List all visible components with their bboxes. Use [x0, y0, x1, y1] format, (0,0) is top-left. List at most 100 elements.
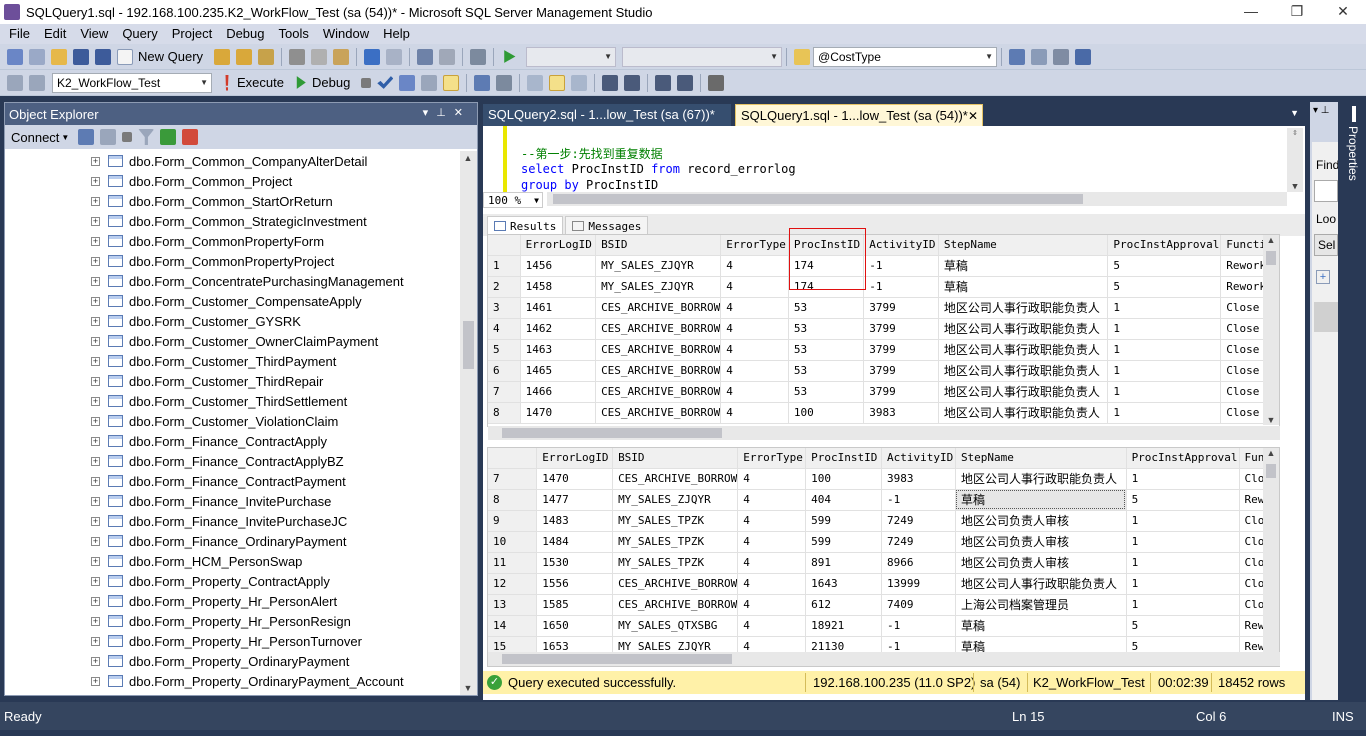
tree-scrollbar[interactable]: ▲ ▼ [460, 151, 477, 695]
save-all-icon[interactable] [95, 48, 111, 65]
grid-cell[interactable]: 53 [788, 381, 865, 403]
grid-cell[interactable]: CES_ARCHIVE_BORROW [595, 318, 722, 340]
grid-cell[interactable]: MY_SALES_TPZK [612, 510, 739, 532]
column-header[interactable]: ActivityID [881, 448, 956, 469]
tree-item[interactable]: + dbo.Form_Finance_ContractPayment [5, 471, 460, 491]
table-row[interactable]: 12 1556 CES_ARCHIVE_BORROW 4 1643 13999 地区公司人事… [488, 573, 1279, 595]
tree-item[interactable]: + dbo.Form_Finance_ContractApplyBZ [5, 451, 460, 471]
grid-cell[interactable]: 3983 [881, 468, 956, 490]
scroll-up-icon[interactable]: ▲ [460, 153, 476, 163]
filter-icon[interactable] [138, 129, 155, 145]
tab-sqlquery2[interactable]: SQLQuery2.sql - 1...low_Test (sa (67))* [483, 104, 731, 126]
results-grid-1[interactable]: ErrorLogID BSID ErrorType ProcInstID Activit… [487, 234, 1280, 427]
menu-window[interactable]: Window [316, 24, 376, 44]
oe-stop-icon[interactable] [122, 132, 133, 142]
tab-results[interactable]: Results [487, 216, 564, 236]
grid-cell[interactable]: 4 [720, 318, 789, 340]
grid-cell[interactable]: 174 [788, 255, 865, 277]
client-stats-icon[interactable] [496, 74, 513, 91]
expand-plus-icon[interactable]: + [91, 336, 100, 346]
panel-scroll-thumb[interactable] [1314, 302, 1338, 332]
grid1-hscrollbar[interactable] [488, 426, 1280, 440]
grid-cell[interactable]: 7409 [881, 594, 956, 616]
expand-plus-icon[interactable]: + [91, 416, 100, 426]
grid-cell[interactable]: 599 [805, 510, 883, 532]
grid-cell[interactable]: 1 [1107, 318, 1222, 340]
grid-cell[interactable]: 1 [1126, 594, 1240, 616]
tree-item[interactable]: + dbo.Form_Property_ContractApply [5, 571, 460, 591]
tree-item[interactable]: + dbo.Form_Customer_ThirdPayment [5, 351, 460, 371]
table-row[interactable]: 14 1650 MY_SALES_QTXSBG 4 18921 -1 草稿 5 Rew [488, 615, 1279, 637]
new-query-icon[interactable] [117, 48, 133, 65]
tree-item[interactable]: + dbo.Form_CommonPropertyForm [5, 231, 460, 251]
query-designer-icon[interactable] [421, 74, 438, 91]
grid-cell[interactable]: 上海公司档案管理员 [955, 594, 1127, 616]
grid-cell[interactable]: 3799 [863, 339, 939, 361]
menu-query[interactable]: Query [115, 24, 164, 44]
grid-cell[interactable]: 4 [737, 489, 807, 511]
oe-report-icon[interactable] [182, 129, 199, 145]
grid-cell[interactable]: 1585 [536, 594, 614, 616]
editor-hscrollbar[interactable] [547, 192, 1287, 206]
grid-cell[interactable]: 100 [788, 402, 865, 424]
activity-monitor-icon[interactable] [470, 48, 487, 65]
grid2-hscrollbar[interactable] [488, 652, 1280, 666]
tree-item[interactable]: + dbo.Form_Common_StrategicInvestment [5, 211, 460, 231]
menu-view[interactable]: View [73, 24, 115, 44]
grid-cell[interactable]: -1 [881, 615, 956, 637]
grid-cell[interactable]: 5 [1107, 276, 1222, 298]
table-row[interactable]: 3 1461 CES_ARCHIVE_BORROW 4 53 3799 地区公司人事行政职能… [488, 297, 1279, 319]
results-text-icon[interactable] [527, 74, 544, 91]
menu-debug[interactable]: Debug [219, 24, 271, 44]
grid-cell[interactable]: 3983 [863, 402, 939, 424]
split-icon[interactable]: ⇳ [1287, 128, 1303, 138]
close-button[interactable]: ✕ [1320, 0, 1366, 24]
connect-dropdown[interactable]: Connect [11, 130, 59, 145]
grid-cell[interactable]: 1 [1126, 573, 1240, 595]
start-debug-icon[interactable] [504, 50, 516, 63]
grid-cell[interactable]: MY_SALES_QTXSBG [612, 615, 739, 637]
grid-cell[interactable]: 612 [805, 594, 883, 616]
table-row[interactable]: 5 1463 CES_ARCHIVE_BORROW 4 53 3799 地区公司人事行政职能… [488, 339, 1279, 361]
navigate-forward-icon[interactable] [439, 48, 456, 65]
grid-cell[interactable]: 4 [737, 468, 807, 490]
editor-scrollbar[interactable]: ⇳ ▼ [1287, 128, 1303, 192]
grid-cell[interactable]: CES_ARCHIVE_BORROW [595, 339, 722, 361]
grid2-vscrollbar[interactable]: ▲ ▼ [1263, 448, 1279, 666]
grid-cell[interactable]: 1463 [520, 339, 597, 361]
paste-icon[interactable] [333, 48, 350, 65]
grid-cell[interactable]: 1643 [805, 573, 883, 595]
copy-icon[interactable] [311, 48, 328, 65]
expand-plus-icon[interactable]: + [91, 516, 100, 526]
grid-cell[interactable]: 1 [1107, 339, 1222, 361]
grid-cell[interactable]: 1483 [536, 510, 614, 532]
grid-cell[interactable]: 1461 [520, 297, 597, 319]
grid-cell[interactable]: MY_SALES_ZJQYR [595, 255, 722, 277]
tree-item[interactable]: + dbo.Form_Customer_ThirdSettlement [5, 391, 460, 411]
row-number[interactable]: 9 [488, 510, 538, 532]
query-xmla-icon[interactable] [258, 48, 275, 65]
column-header[interactable]: BSID [595, 235, 722, 256]
grid-cell[interactable]: 4 [720, 360, 789, 382]
column-header[interactable]: ErrorLogID [536, 448, 614, 469]
row-number[interactable]: 3 [488, 297, 521, 319]
row-number[interactable]: 14 [488, 615, 538, 637]
grid-cell[interactable]: 地区公司人事行政职能负责人 [938, 360, 1109, 382]
expand-plus-icon[interactable]: + [91, 536, 100, 546]
minimize-button[interactable]: — [1228, 0, 1274, 24]
decrease-indent-icon[interactable] [655, 74, 672, 91]
grid-cell[interactable]: -1 [863, 276, 939, 298]
column-header[interactable]: ProcInstID [788, 235, 865, 256]
grid-cell[interactable]: CES_ARCHIVE_BORROW [612, 573, 739, 595]
expand-plus-icon[interactable]: + [91, 436, 100, 446]
table-row[interactable]: 8 1477 MY_SALES_ZJQYR 4 404 -1 草稿 5 Rew [488, 489, 1279, 511]
grid-cell[interactable]: CES_ARCHIVE_BORROW [595, 360, 722, 382]
grid-cell[interactable]: 53 [788, 339, 865, 361]
query-db-icon[interactable] [214, 48, 231, 65]
menu-help[interactable]: Help [376, 24, 417, 44]
table-row[interactable]: 11 1530 MY_SALES_TPZK 4 891 8966 地区公司负责人审核 1 Clo [488, 552, 1279, 574]
redo-icon[interactable] [386, 48, 403, 65]
grid-cell[interactable]: 1458 [520, 276, 597, 298]
debug-icon[interactable] [296, 76, 306, 89]
expand-plus-icon[interactable]: + [91, 356, 100, 366]
